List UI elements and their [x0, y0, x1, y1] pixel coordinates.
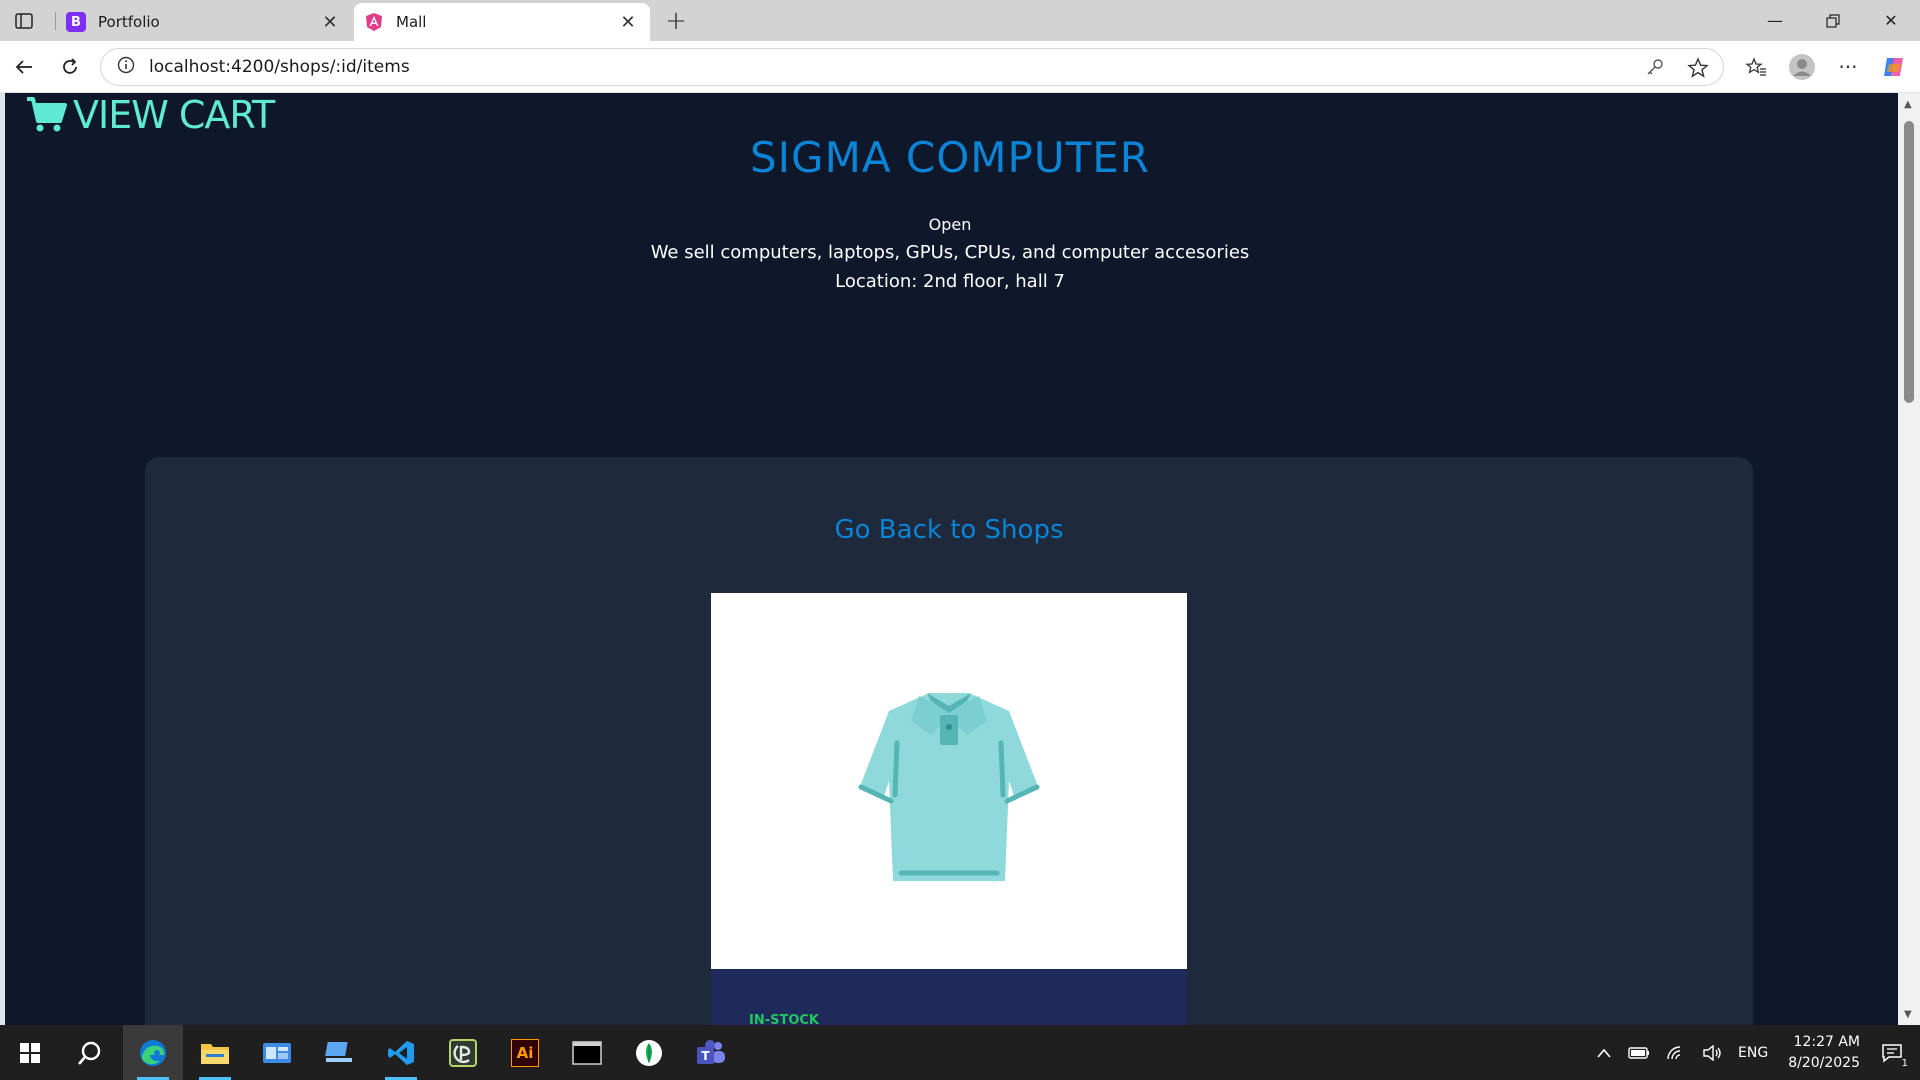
svg-text:T: T	[701, 1049, 710, 1063]
shop-location: Location: 2nd floor, hall 7	[835, 271, 1065, 292]
terminal-icon[interactable]	[557, 1025, 617, 1080]
shopping-cart-icon	[25, 95, 67, 135]
stock-status-badge: IN-STOCK	[749, 1013, 820, 1025]
wifi-icon[interactable]	[1666, 1045, 1686, 1061]
view-cart-link[interactable]: VIEW CART	[25, 93, 275, 137]
vscode-icon[interactable]	[371, 1025, 431, 1080]
file-explorer-icon[interactable]	[185, 1025, 245, 1080]
close-tab-icon[interactable]: ✕	[616, 10, 640, 34]
clock[interactable]: 12:27 AM 8/20/2025	[1788, 1032, 1860, 1074]
refresh-icon[interactable]	[56, 53, 84, 81]
site-info-icon[interactable]	[117, 56, 135, 78]
tab-portfolio[interactable]: B Portfolio ✕	[56, 3, 352, 41]
restore-icon[interactable]	[1804, 0, 1862, 41]
tab-title: Mall	[396, 13, 427, 31]
item-card[interactable]: IN-STOCK	[711, 593, 1187, 1025]
illustrator-icon[interactable]: Ai	[495, 1025, 555, 1080]
favorites-icon[interactable]	[1742, 53, 1770, 81]
angular-icon	[364, 12, 384, 32]
item-footer: IN-STOCK	[711, 969, 1187, 1025]
more-options-icon[interactable]: ···	[1834, 53, 1862, 81]
profile-avatar-icon[interactable]	[1788, 53, 1816, 81]
scroll-up-arrow-icon[interactable]: ▲	[1904, 99, 1914, 110]
remote-desktop-icon[interactable]	[309, 1025, 369, 1080]
page-scrollbar[interactable]: ▲ ▼	[1898, 93, 1920, 1025]
page-viewport: VIEW CART SIGMA COMPUTER Open We sell co…	[5, 93, 1898, 1025]
minimize-icon[interactable]: —	[1746, 0, 1804, 41]
teams-icon[interactable]: T	[681, 1025, 741, 1080]
go-back-to-shops-link[interactable]: Go Back to Shops	[145, 515, 1753, 545]
shop-description: We sell computers, laptops, GPUs, CPUs, …	[650, 242, 1250, 263]
url-text[interactable]: localhost:4200/shops/:id/items	[149, 57, 410, 77]
mongodb-icon[interactable]	[619, 1025, 679, 1080]
battery-icon[interactable]	[1628, 1046, 1650, 1060]
control-panel-icon[interactable]	[247, 1025, 307, 1080]
input-language-indicator[interactable]: ENG	[1738, 1045, 1768, 1061]
close-tab-icon[interactable]: ✕	[318, 10, 342, 34]
show-hidden-icons-chevron-icon[interactable]	[1596, 1047, 1612, 1059]
close-window-icon[interactable]: ✕	[1862, 0, 1920, 41]
windows-start-icon[interactable]	[0, 1025, 60, 1080]
system-tray: ENG 12:27 AM 8/20/2025 1	[1588, 1025, 1920, 1080]
notification-count: 1	[1901, 1057, 1908, 1069]
tab-actions-icon[interactable]	[12, 9, 36, 33]
scroll-down-arrow-icon[interactable]: ▼	[1904, 1009, 1914, 1020]
scrollbar-thumb[interactable]	[1904, 121, 1914, 403]
illustrator-label: Ai	[511, 1038, 539, 1067]
new-tab-button[interactable]: +	[662, 6, 690, 36]
cross-platform-icon[interactable]	[433, 1025, 493, 1080]
clock-date: 8/20/2025	[1788, 1054, 1860, 1071]
edge-icon[interactable]	[123, 1025, 183, 1080]
view-cart-label: VIEW CART	[73, 93, 275, 137]
item-image	[711, 593, 1187, 969]
address-bar[interactable]: localhost:4200/shops/:id/items	[100, 48, 1724, 86]
shop-status: Open	[928, 215, 972, 234]
search-icon[interactable]	[60, 1025, 120, 1080]
bootstrap-icon: B	[66, 12, 86, 32]
notification-icon	[1882, 1043, 1902, 1063]
items-panel: Go Back to Shops IN-STOCK	[145, 457, 1753, 1025]
window-controls: — ✕	[1746, 0, 1920, 41]
browser-toolbar: localhost:4200/shops/:id/items ···	[0, 41, 1920, 93]
shop-name: SIGMA COMPUTER	[750, 133, 1150, 182]
tab-mall[interactable]: Mall ✕	[354, 3, 650, 41]
clock-time: 12:27 AM	[1793, 1033, 1860, 1050]
volume-icon[interactable]	[1702, 1044, 1722, 1061]
windows-taskbar: Ai T ENG 12:27 AM 8/20/2025 1	[0, 1025, 1920, 1080]
notifications-button[interactable]: 1	[1872, 1033, 1912, 1073]
browser-tabstrip: B Portfolio ✕ Mall ✕ + — ✕	[0, 0, 1920, 41]
password-key-icon[interactable]	[1645, 57, 1665, 83]
back-icon[interactable]	[10, 53, 38, 81]
copilot-icon[interactable]	[1880, 53, 1908, 81]
polo-shirt-icon	[858, 693, 1040, 881]
favorite-star-icon[interactable]	[1687, 57, 1709, 83]
tab-title: Portfolio	[98, 13, 160, 31]
